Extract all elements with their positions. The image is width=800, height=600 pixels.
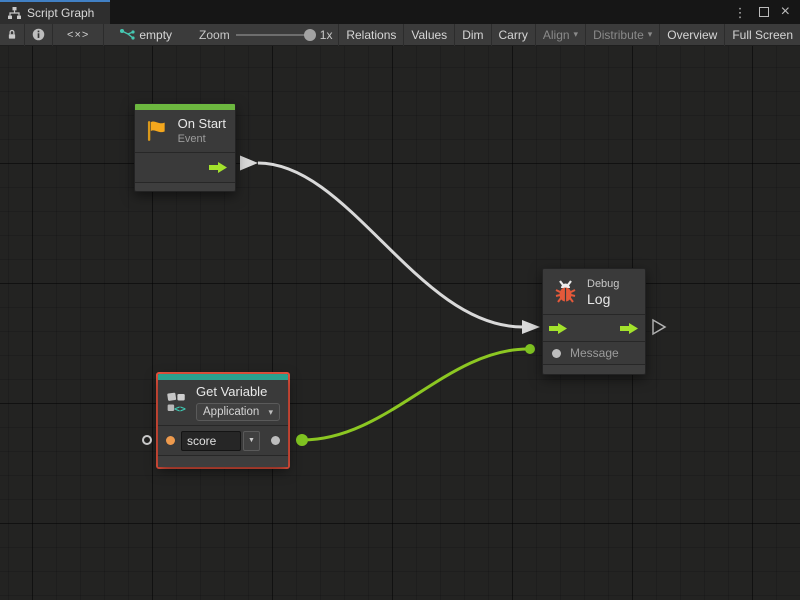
node-title: Log [587,291,619,307]
chevron-down-icon: ▾ [574,29,579,40]
script-graph-icon [8,7,21,20]
overview-button[interactable]: Overview [660,24,725,46]
zoom-slider[interactable] [236,34,314,36]
graph-asset-icon [120,29,135,41]
node-debug-log[interactable]: Debug Log Message [542,268,646,375]
value-connection-wire[interactable] [302,349,528,440]
unconnected-flow-output-socket[interactable] [653,320,665,334]
node-title: On Start [178,116,226,132]
node-subtitle: Event [178,132,226,146]
lock-button[interactable] [0,24,25,46]
window-maximize-icon[interactable] [759,7,769,17]
flag-icon [144,118,170,144]
svg-text:<>: <> [174,404,186,415]
zoom-label: Zoom [199,28,230,42]
zoom-value: 1x [320,28,333,42]
graph-canvas[interactable]: On Start Event Debug Log [0,46,800,600]
carry-button[interactable]: Carry [492,24,536,46]
relations-button[interactable]: Relations [339,24,404,46]
node-title: Get Variable [196,384,280,400]
info-button[interactable] [25,24,53,46]
flow-connection-wire[interactable] [258,163,523,327]
graph-toolbar: <×> empty Zoom 1x Relations Values Dim C… [0,24,800,46]
name-input-port[interactable] [166,436,175,445]
node-footer [135,182,235,191]
variable-scope-dropdown[interactable]: Application ▾ [196,403,280,421]
node-footer [158,455,288,467]
bug-icon [552,278,579,305]
connections-layer [0,46,800,600]
values-button[interactable]: Values [404,24,455,46]
flow-wire-end-arrow-icon [522,320,540,334]
distribute-button[interactable]: Distribute▾ [586,24,660,46]
tab-title: Script Graph [27,6,94,20]
node-get-variable[interactable]: <> Get Variable Application ▾ score ▼ [158,374,288,467]
dim-button[interactable]: Dim [455,24,491,46]
full-screen-button[interactable]: Full Screen [725,24,800,46]
variable-name-input[interactable]: score [181,431,241,451]
tab-script-graph[interactable]: Script Graph [0,0,110,24]
unconnected-value-input-socket[interactable] [142,435,152,445]
title-bar: Script Graph ⋮ × [0,0,800,24]
flow-output-port[interactable] [209,161,228,174]
window-close-icon[interactable]: × [781,4,790,20]
flow-wire-start-arrow-icon [240,156,258,171]
chevron-down-icon: ▾ [268,407,273,418]
chevron-down-icon: ▾ [648,29,653,40]
info-icon [32,28,45,41]
message-input-port[interactable] [552,349,561,358]
align-button[interactable]: Align▾ [536,24,586,46]
message-port-label: Message [570,346,619,360]
get-variable-icon: <> [166,388,188,417]
code-view-button[interactable]: <×> [53,24,104,46]
flow-input-port[interactable] [549,322,568,335]
node-category: Debug [587,277,619,291]
code-toggle-icon: <×> [67,29,89,41]
lock-icon [7,28,17,41]
node-footer [543,364,645,374]
graph-name-label: empty [139,28,172,42]
window-menu-icon[interactable]: ⋮ [734,6,747,19]
node-on-start[interactable]: On Start Event [134,103,236,192]
zoom-slider-handle[interactable] [304,29,316,41]
flow-output-port[interactable] [620,322,639,335]
variable-name-dropdown[interactable]: ▼ [243,431,260,451]
scope-value: Application [203,406,259,418]
graph-asset-button[interactable]: empty [104,24,179,46]
selection-outline: <> Get Variable Application ▾ score ▼ [156,372,290,469]
chevron-down-icon: ▼ [248,437,255,444]
value-output-port[interactable] [271,436,280,445]
